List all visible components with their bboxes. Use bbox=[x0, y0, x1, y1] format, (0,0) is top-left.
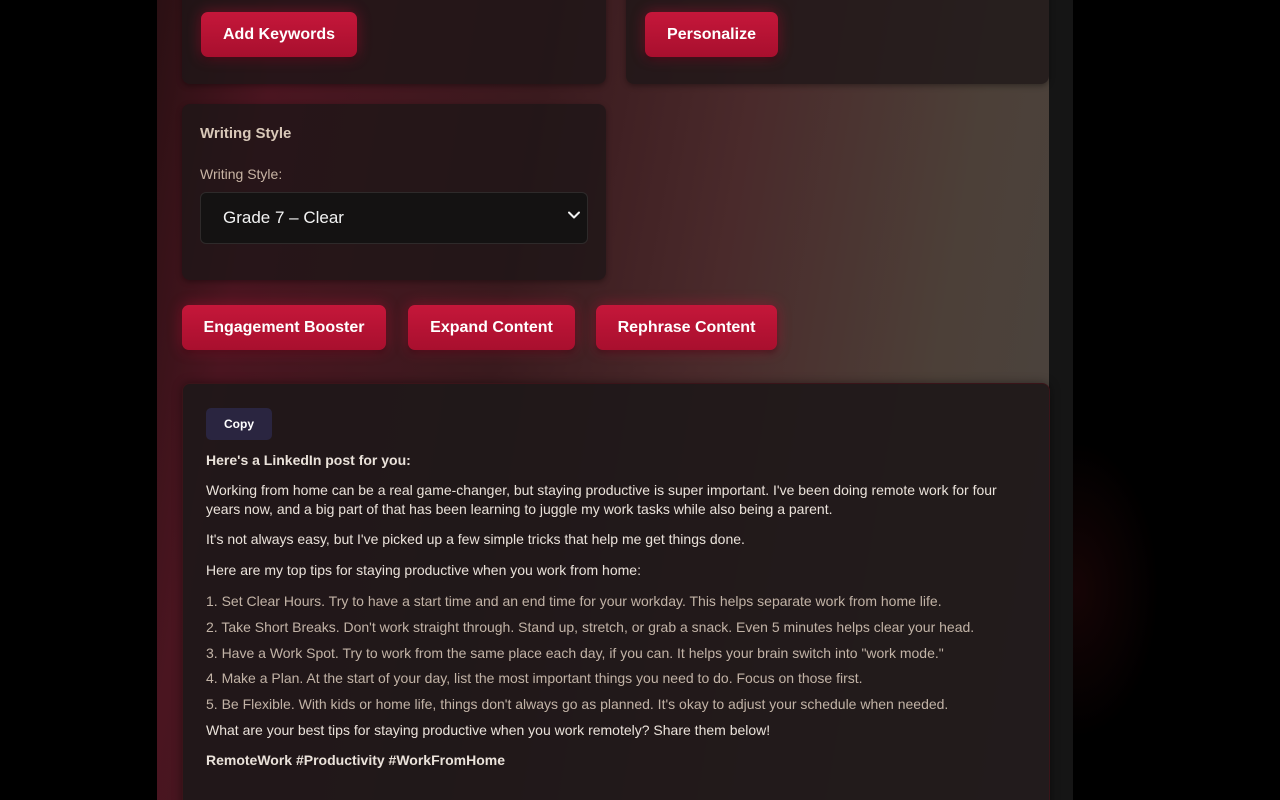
output-closing: What are your best tips for staying prod… bbox=[206, 722, 771, 738]
writing-style-label: Writing Style: bbox=[200, 166, 283, 182]
app-panel: Add Keywords Personalize Writing Style W… bbox=[157, 0, 1073, 800]
output-paragraph: Here are my top tips for staying product… bbox=[206, 562, 641, 578]
writing-style-select[interactable]: Grade 7 – Clear bbox=[200, 192, 588, 244]
writing-style-selected-value: Grade 7 – Clear bbox=[223, 208, 344, 227]
output-intro: Here's a LinkedIn post for you: bbox=[206, 452, 411, 468]
writing-style-title: Writing Style bbox=[200, 125, 292, 142]
tip-item: 1. Set Clear Hours. Try to have a start … bbox=[206, 593, 942, 609]
screen: Add Keywords Personalize Writing Style W… bbox=[0, 0, 1280, 800]
engagement-booster-button[interactable]: Engagement Booster bbox=[182, 305, 386, 350]
expand-content-button[interactable]: Expand Content bbox=[408, 305, 575, 350]
tip-item: 3. Have a Work Spot. Try to work from th… bbox=[206, 645, 944, 661]
tip-item: 2. Take Short Breaks. Don't work straigh… bbox=[206, 619, 975, 635]
right-rail bbox=[1049, 0, 1073, 800]
add-keywords-button[interactable]: Add Keywords bbox=[201, 12, 357, 57]
output-hashtags: RemoteWork #Productivity #WorkFromHome bbox=[206, 752, 505, 768]
rephrase-content-button[interactable]: Rephrase Content bbox=[596, 305, 777, 350]
output-paragraph: It's not always easy, but I've picked up… bbox=[206, 531, 745, 547]
writing-style-card: Writing Style Writing Style: Grade 7 – C… bbox=[182, 104, 606, 280]
tip-item: 4. Make a Plan. At the start of your day… bbox=[206, 670, 863, 686]
copy-button[interactable]: Copy bbox=[206, 408, 272, 440]
personalize-button[interactable]: Personalize bbox=[645, 12, 778, 57]
output-panel: Copy Here's a LinkedIn post for you: Wor… bbox=[182, 383, 1050, 800]
output-paragraph: Working from home can be a real game-cha… bbox=[206, 482, 997, 517]
tip-item: 5. Be Flexible. With kids or home life, … bbox=[206, 696, 949, 712]
chevron-down-icon bbox=[568, 211, 580, 219]
